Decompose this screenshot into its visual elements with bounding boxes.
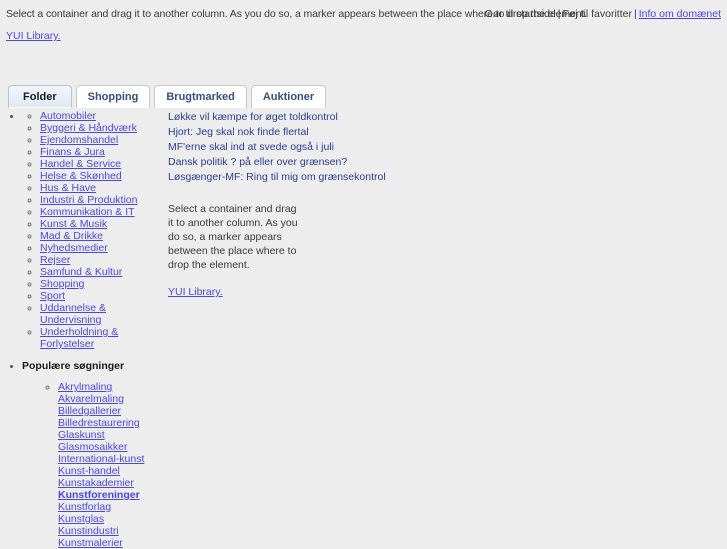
- category-link[interactable]: Kommunikation & IT: [40, 206, 135, 218]
- news-headline[interactable]: Dansk politik ? på eller over grænsen?: [168, 155, 368, 170]
- popular-search-link[interactable]: Kunstakademier: [58, 477, 134, 489]
- yui-library-link-mid[interactable]: YUI Library.: [168, 286, 223, 298]
- popular-search-item: Billedrestaurering: [58, 417, 165, 429]
- page-header: Select a container and drag it to anothe…: [0, 0, 727, 42]
- category-list-item: Kommunikation & IT: [40, 206, 165, 218]
- popular-search-link[interactable]: Kunstmalerier: [58, 537, 123, 549]
- category-link[interactable]: Byggeri & Håndværk: [40, 122, 137, 134]
- category-link[interactable]: Hus & Have: [40, 182, 96, 194]
- category-list-item: Handel & Service: [40, 158, 165, 170]
- category-link[interactable]: Shopping: [40, 278, 84, 290]
- popular-search-item: Kunstmalerier: [58, 537, 165, 549]
- drag-instructions-paragraph: Select a container and drag it to anothe…: [168, 203, 298, 271]
- tab-auktioner[interactable]: Auktioner: [250, 85, 327, 108]
- tab-brugtmarked[interactable]: Brugtmarked: [154, 85, 247, 108]
- popular-search-link[interactable]: Kunst-handel: [58, 465, 120, 477]
- category-link[interactable]: Ejendomshandel: [40, 134, 118, 146]
- news-headline[interactable]: Løsgænger-MF: Ring til mig om grænsekont…: [168, 170, 386, 185]
- left-column: AutomobilerByggeri & HåndværkEjendomshan…: [0, 110, 165, 549]
- tab-shopping[interactable]: Shopping: [75, 85, 151, 108]
- category-link[interactable]: Handel & Service: [40, 158, 121, 170]
- popular-search-item: International-kunst: [58, 453, 165, 465]
- popular-searches-title: Populære søgninger: [22, 360, 125, 372]
- yui-library-link-top-wrap: YUI Library.: [6, 30, 61, 42]
- separator-2: |: [633, 8, 637, 20]
- set-as-homepage-link[interactable]: Gør til startside: [485, 8, 556, 20]
- popular-search-item: Kunstakademier: [58, 477, 165, 489]
- popular-search-item: Kunst-handel: [58, 465, 165, 477]
- category-list-item: Ejendomshandel: [40, 134, 165, 146]
- popular-search-link[interactable]: Akrylmaling: [58, 381, 112, 393]
- category-list-item: Helse & Skønhed: [40, 170, 165, 182]
- category-list-item: Mad & Drikke: [40, 230, 165, 242]
- category-list-item: Industri & Produktion: [40, 194, 165, 206]
- category-link[interactable]: Helse & Skønhed: [40, 170, 122, 182]
- category-link[interactable]: Mad & Drikke: [40, 230, 103, 242]
- category-list-item: Rejser: [40, 254, 165, 266]
- category-list-item: Sport: [40, 290, 165, 302]
- category-link[interactable]: Uddannelse & Undervisning: [40, 302, 106, 326]
- category-link[interactable]: Finans & Jura: [40, 146, 105, 158]
- popular-search-item: Glasmosaikker: [58, 441, 165, 453]
- category-list-item: Samfund & Kultur: [40, 266, 165, 278]
- middle-column: Løkke vil kæmpe for øget toldkontrol Hjor…: [168, 110, 386, 298]
- news-headline-list: Løkke vil kæmpe for øget toldkontrol Hjor…: [168, 110, 386, 185]
- category-link[interactable]: Sport: [40, 290, 65, 302]
- category-link[interactable]: Underholdning & Forlystelser: [40, 326, 118, 350]
- category-list-item: Automobiler: [40, 110, 165, 122]
- yui-library-link-mid-wrap: YUI Library.: [168, 286, 368, 298]
- popular-search-item: Billedgallerier: [58, 405, 165, 417]
- category-list-item: Byggeri & Håndværk: [40, 122, 165, 134]
- category-list-item: Uddannelse & Undervisning: [40, 302, 165, 326]
- category-link[interactable]: Kunst & Musik: [40, 218, 107, 230]
- add-to-favorites-link[interactable]: Føj til favoritter: [563, 8, 632, 20]
- tab-bar: Folder Shopping Brugtmarked Auktioner: [8, 85, 327, 108]
- popular-search-link[interactable]: Kunstindustri: [58, 525, 119, 537]
- category-list-item: Nyhedsmedier: [40, 242, 165, 254]
- news-headline[interactable]: MF'erne skal ind at svede også i juli: [168, 140, 368, 155]
- popular-search-item: Kunstforeninger: [58, 489, 165, 501]
- popular-group: Populære søgninger AkrylmalingAkvarelmal…: [0, 360, 165, 549]
- category-list-item: Underholdning & Forlystelser: [40, 326, 165, 350]
- category-link[interactable]: Automobiler: [40, 110, 96, 122]
- popular-search-link[interactable]: Kunstglas: [58, 513, 104, 525]
- category-link[interactable]: Rejser: [40, 254, 70, 266]
- category-link[interactable]: Industri & Produktion: [40, 194, 137, 206]
- popular-searches-list: AkrylmalingAkvarelmalingBilledgallerierB…: [22, 381, 165, 549]
- category-group-item: AutomobilerByggeri & HåndværkEjendomshan…: [22, 110, 165, 350]
- popular-search-link[interactable]: Akvarelmaling: [58, 393, 124, 405]
- popular-search-link[interactable]: Kunstforeninger: [58, 489, 140, 501]
- popular-search-item: Akrylmaling: [58, 381, 165, 393]
- popular-search-item: Kunstforlag: [58, 501, 165, 513]
- category-list-item: Finans & Jura: [40, 146, 165, 158]
- popular-search-link[interactable]: Glaskunst: [58, 429, 105, 441]
- tab-folder[interactable]: Folder: [8, 85, 72, 108]
- category-link[interactable]: Nyhedsmedier: [40, 242, 108, 254]
- popular-search-item: Glaskunst: [58, 429, 165, 441]
- category-list-item: Shopping: [40, 278, 165, 290]
- popular-search-link[interactable]: Billedgallerier: [58, 405, 121, 417]
- news-headline[interactable]: Hjort: Jeg skal nok finde flertal: [168, 125, 368, 140]
- popular-group-item: Populære søgninger AkrylmalingAkvarelmal…: [22, 360, 165, 549]
- popular-search-link[interactable]: Billedrestaurering: [58, 417, 140, 429]
- separator-1: |: [557, 8, 561, 20]
- category-group: AutomobilerByggeri & HåndværkEjendomshan…: [0, 110, 165, 350]
- popular-search-item: Kunstglas: [58, 513, 165, 525]
- category-list-item: Hus & Have: [40, 182, 165, 194]
- news-headline[interactable]: Løkke vil kæmpe for øget toldkontrol: [168, 110, 368, 125]
- popular-search-item: Kunstindustri: [58, 525, 165, 537]
- category-list-item: Kunst & Musik: [40, 218, 165, 230]
- category-link[interactable]: Samfund & Kultur: [40, 266, 122, 278]
- category-list: AutomobilerByggeri & HåndværkEjendomshan…: [22, 110, 165, 350]
- popular-search-link[interactable]: Kunstforlag: [58, 501, 111, 513]
- popular-search-item: Akvarelmaling: [58, 393, 165, 405]
- yui-library-link-top[interactable]: YUI Library.: [6, 30, 61, 42]
- header-utility-links: Gør til startside | Føj til favoritter | Inf…: [485, 8, 721, 20]
- popular-search-link[interactable]: International-kunst: [58, 453, 144, 465]
- popular-search-link[interactable]: Glasmosaikker: [58, 441, 127, 453]
- domain-info-link[interactable]: Info om domænet: [639, 8, 721, 20]
